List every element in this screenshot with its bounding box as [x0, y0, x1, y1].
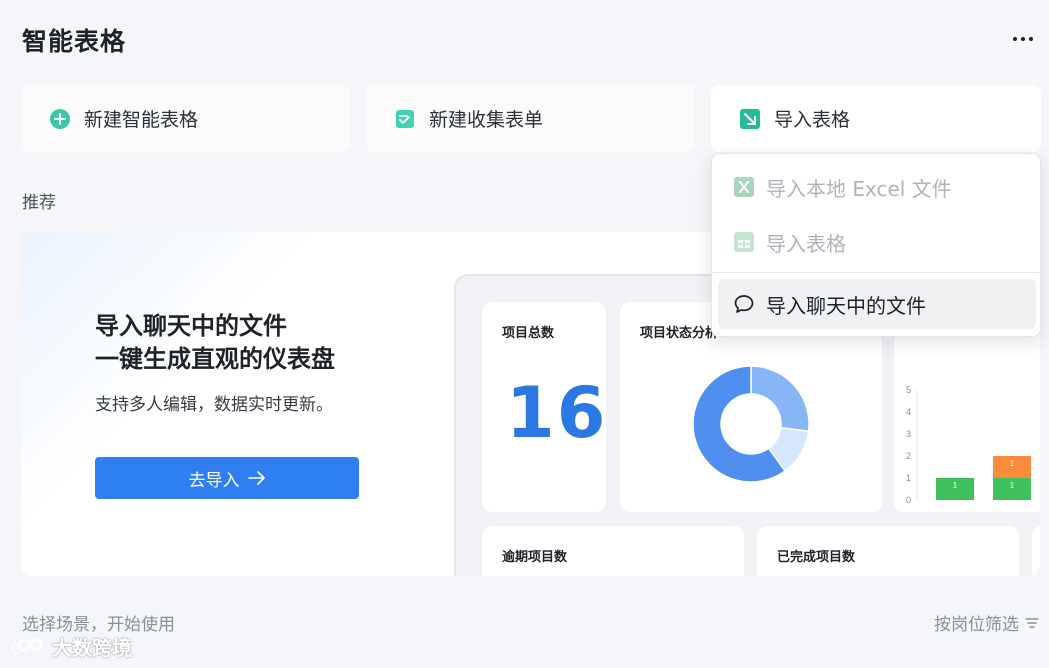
excel-icon — [733, 176, 755, 198]
watermark-logo-icon — [12, 638, 43, 655]
total-projects-tile: 项目总数 16 — [482, 302, 606, 512]
menu-item-import-sheet[interactable]: 导入表格 — [718, 217, 1036, 267]
new-smart-sheet-label: 新建智能表格 — [84, 109, 199, 131]
banner-title-line2: 一键生成直观的仪表盘 — [95, 345, 335, 373]
dot-icon — [1021, 37, 1025, 41]
import-arrow-icon — [739, 108, 761, 130]
bar-data-label: 1 — [1010, 459, 1015, 468]
arrow-right-icon — [247, 471, 265, 485]
y-tick-label: 2 — [906, 451, 911, 461]
watermark-text: 大数跨境 — [52, 636, 132, 660]
import-sheet-label: 导入表格 — [774, 109, 851, 131]
section-label-recommend: 推荐 — [22, 193, 56, 213]
watermark: 大数跨境 — [8, 632, 132, 661]
chat-bubble-icon — [733, 293, 755, 315]
menu-item-label: 导入表格 — [766, 231, 846, 256]
y-tick-label: 0 — [906, 495, 911, 505]
menu-item-import-chat-file[interactable]: 导入聊天中的文件 — [718, 279, 1036, 329]
dot-icon — [1029, 37, 1033, 41]
bar-data-label: 1 — [953, 481, 958, 490]
go-import-label: 去导入 — [188, 470, 240, 491]
banner-title-line1: 导入聊天中的文件 — [95, 312, 287, 340]
total-projects-value: 16 — [506, 372, 608, 454]
total-projects-label: 项目总数 — [502, 326, 555, 341]
menu-item-label: 导入本地 Excel 文件 — [766, 176, 952, 201]
more-options-button[interactable] — [1005, 24, 1041, 54]
completed-label: 已完成项目数 — [777, 550, 856, 565]
filter-label: 按岗位筛选 — [934, 615, 1019, 635]
sheet-icon — [733, 231, 755, 253]
y-tick-label: 3 — [906, 429, 911, 439]
menu-item-import-local-excel[interactable]: 导入本地 Excel 文件 — [718, 162, 1036, 212]
import-sheet-button[interactable]: 导入表格 — [711, 85, 1041, 152]
extra-tile — [1032, 526, 1040, 576]
page-title: 智能表格 — [22, 27, 127, 56]
form-check-icon — [394, 108, 416, 130]
plus-circle-icon — [49, 108, 71, 130]
filter-icon — [1025, 617, 1039, 628]
new-form-label: 新建收集表单 — [429, 109, 544, 131]
bar-data-label: 1 — [1010, 481, 1015, 490]
dot-icon — [1013, 37, 1017, 41]
import-dropdown-menu: 导入本地 Excel 文件 导入表格 导入聊天中的文件 — [711, 153, 1041, 337]
y-tick-label: 4 — [906, 407, 911, 417]
filter-by-role-button[interactable]: 按岗位筛选 — [934, 610, 1039, 635]
new-form-button[interactable]: 新建收集表单 — [366, 85, 695, 152]
banner-subtitle: 支持多人编辑，数据实时更新。 — [95, 395, 333, 415]
new-smart-sheet-button[interactable]: 新建智能表格 — [21, 85, 350, 152]
menu-item-label: 导入聊天中的文件 — [766, 293, 926, 318]
y-tick-label: 5 — [906, 385, 911, 395]
donut-slice-medium — [750, 365, 810, 433]
overdue-label: 逾期项目数 — [502, 550, 568, 565]
banner-title: 导入聊天中的文件 一键生成直观的仪表盘 — [95, 310, 335, 376]
completed-tile: 已完成项目数 — [757, 526, 1019, 576]
go-import-button[interactable]: 去导入 — [95, 457, 359, 499]
y-tick-label: 1 — [906, 473, 911, 483]
menu-divider — [712, 272, 1040, 273]
overdue-tile: 逾期项目数 — [482, 526, 744, 576]
